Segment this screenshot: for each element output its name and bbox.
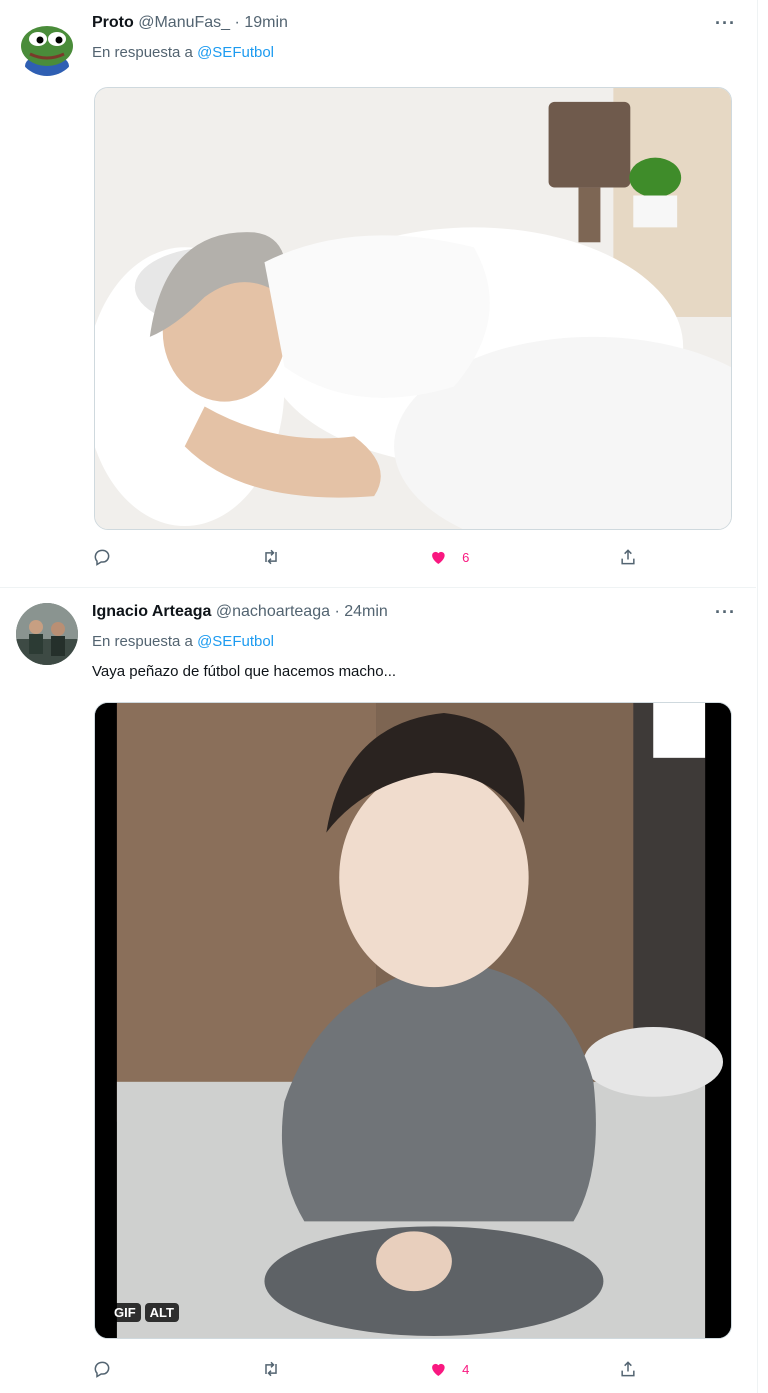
like-count: 4	[462, 1361, 470, 1377]
gif-badge: GIF	[109, 1303, 141, 1322]
frog-avatar-icon	[16, 14, 78, 76]
display-name[interactable]: Proto	[92, 14, 134, 31]
separator: ·	[334, 603, 340, 620]
reply-icon	[94, 1361, 110, 1378]
retweet-icon	[264, 549, 277, 565]
more-icon[interactable]: ···	[715, 603, 736, 621]
reply-button[interactable]	[92, 543, 132, 571]
avatar[interactable]	[16, 14, 78, 76]
reply-context: En respuesta a @SEFutbol	[92, 633, 274, 650]
reply-mention-link[interactable]: @SEFutbol	[197, 44, 274, 61]
tweet-header: Ignacio Arteaga @nachoarteaga · 24min	[92, 603, 736, 625]
tweet-header: Proto @ManuFas_ · 19min	[92, 14, 736, 36]
share-icon	[621, 1361, 635, 1377]
reply-context: En respuesta a @SEFutbol	[92, 44, 274, 61]
reply-prefix: En respuesta a	[92, 44, 193, 61]
share-button[interactable]	[598, 1355, 638, 1383]
like-button[interactable]: 6	[429, 543, 469, 571]
user-handle[interactable]: @ManuFas_	[138, 14, 230, 31]
share-button[interactable]	[598, 543, 638, 571]
tweet-text: Vaya peñazo de fútbol que hacemos macho.…	[92, 663, 397, 680]
heart-icon	[432, 551, 445, 565]
tweet[interactable]: Proto @ManuFas_ · 19min ··· En respuesta…	[0, 0, 756, 588]
reply-button[interactable]	[92, 1355, 132, 1383]
tweet-actions: 4	[92, 1355, 638, 1383]
heart-icon	[432, 1363, 445, 1377]
reply-prefix: En respuesta a	[92, 633, 193, 650]
timeline-border	[757, 0, 758, 1393]
more-icon[interactable]: ···	[715, 14, 736, 32]
timestamp[interactable]: 19min	[244, 14, 288, 31]
retweet-icon	[264, 1361, 277, 1377]
retweet-button[interactable]	[261, 1355, 301, 1383]
sleepy-toddler-gif	[95, 703, 731, 1338]
avatar[interactable]	[16, 603, 78, 665]
share-icon	[621, 549, 635, 565]
user-handle[interactable]: @nachoarteaga	[216, 603, 330, 620]
sleeping-man-image	[95, 88, 731, 529]
like-button[interactable]: 4	[429, 1355, 469, 1383]
separator: ·	[234, 14, 240, 31]
reply-mention-link[interactable]: @SEFutbol	[197, 633, 274, 650]
tweet[interactable]: Ignacio Arteaga @nachoarteaga · 24min ··…	[0, 589, 756, 1393]
display-name[interactable]: Ignacio Arteaga	[92, 603, 211, 620]
tweet-image[interactable]	[94, 87, 732, 530]
timestamp[interactable]: 24min	[344, 603, 388, 620]
media-badges: GIF ALT	[109, 1303, 179, 1322]
tweet-actions: 6	[92, 543, 638, 571]
alt-badge[interactable]: ALT	[144, 1303, 179, 1322]
like-count: 6	[462, 549, 470, 565]
tweet-gif[interactable]: GIF ALT	[94, 702, 732, 1339]
reply-icon	[94, 549, 110, 566]
retweet-button[interactable]	[261, 543, 301, 571]
user-photo-avatar-icon	[16, 603, 78, 665]
